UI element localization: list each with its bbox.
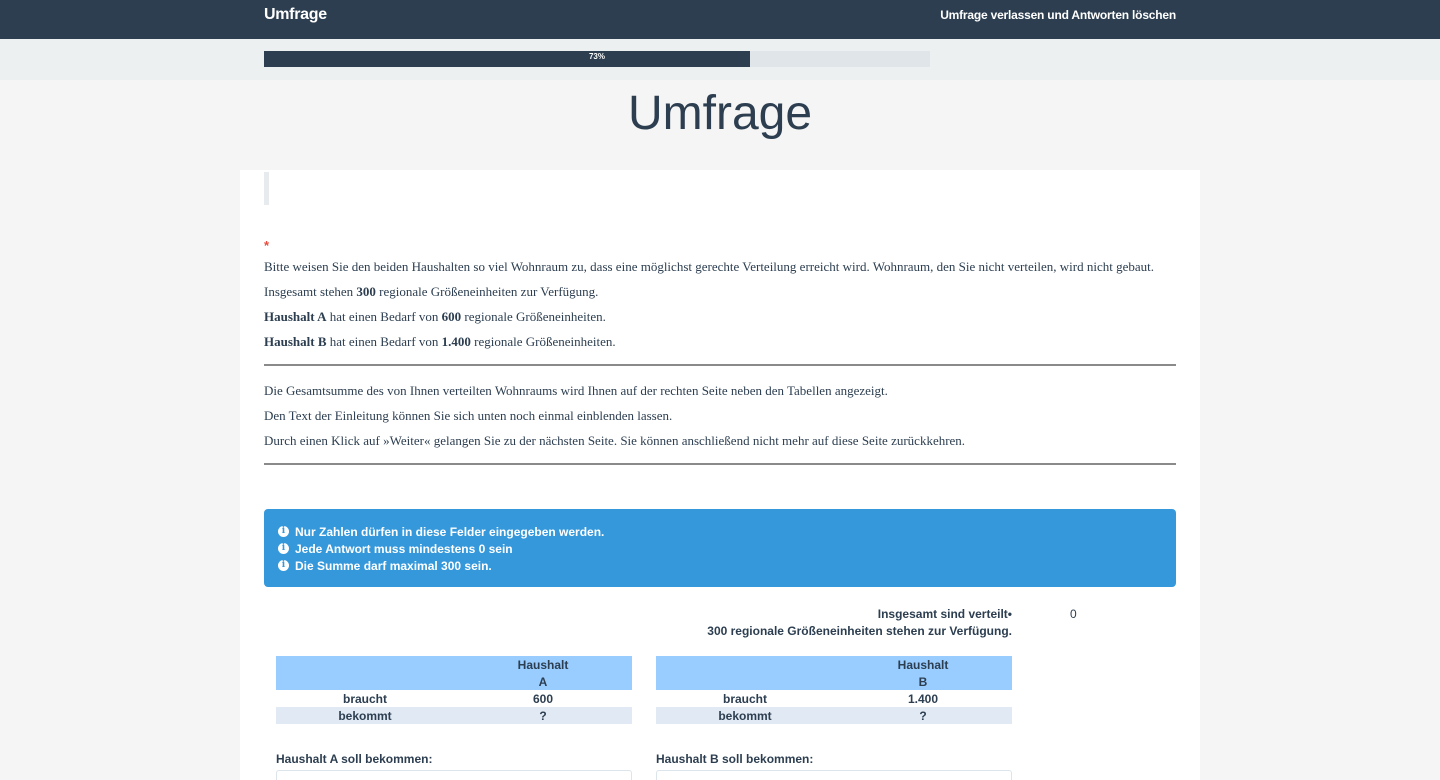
sum-label: Insgesamt sind verteilt• xyxy=(877,607,1012,621)
row-value: 1.400 xyxy=(907,692,939,706)
table-row: braucht 600 xyxy=(276,690,632,707)
divider xyxy=(264,463,1176,465)
alert-item: i Die Summe darf maximal 300 sein. xyxy=(278,557,1162,574)
navbar: Umfrage Umfrage verlassen und Antworten … xyxy=(0,0,1440,39)
progress-label: 73% xyxy=(588,52,605,61)
table-header: Haushalt B xyxy=(656,656,1012,690)
question-card: * Bitte weisen Sie den beiden Haushalten… xyxy=(240,170,1200,780)
intro-line: Bitte weisen Sie den beiden Haushalten s… xyxy=(264,259,1154,274)
progress-section: 73% xyxy=(0,39,1440,80)
alert-item: i Nur Zahlen dürfen in diese Felder einge… xyxy=(278,523,1162,540)
household-a-table: Haushalt A braucht 600 bekommt ? xyxy=(276,656,632,724)
row-value: ? xyxy=(539,709,547,723)
info-circle-icon: i xyxy=(278,526,289,537)
row-label: bekommt xyxy=(718,709,772,723)
page-title: Umfrage xyxy=(627,87,813,140)
progress-bar: 73% xyxy=(264,51,930,67)
sum-value: 0 xyxy=(1070,607,1077,621)
household-b-table: Haushalt B braucht 1.400 bekommt ? xyxy=(656,656,1012,724)
validation-alert: i Nur Zahlen dürfen in diese Felder einge… xyxy=(264,509,1176,587)
row-label: bekommt xyxy=(338,709,392,723)
quote-bar xyxy=(264,172,269,205)
table-header: Haushalt A xyxy=(276,656,632,690)
header-label: B xyxy=(918,675,928,689)
brand-title[interactable]: Umfrage xyxy=(264,6,327,24)
household-a-input-label: Haushalt A soll bekommen: xyxy=(276,752,433,766)
header-label: Haushalt xyxy=(897,658,949,672)
header-label: A xyxy=(538,675,548,689)
exit-survey-link[interactable]: Umfrage verlassen und Antworten löschen xyxy=(940,8,1176,22)
alert-item: i Jede Antwort muss mindestens 0 sein xyxy=(278,540,1162,557)
intro-line: Insgesamt stehen 300 regionale Größenein… xyxy=(264,284,599,299)
household-b-input-label: Haushalt B soll bekommen: xyxy=(656,752,814,766)
household-b-input[interactable] xyxy=(656,770,1012,780)
available-label: 300 regionale Größeneinheiten stehen zur… xyxy=(707,624,1012,638)
intro-line: Haushalt A hat einen Bedarf von 600 regi… xyxy=(264,309,606,324)
note-line: Durch einen Klick auf »Weiter« gelangen … xyxy=(264,433,966,448)
household-a-input[interactable] xyxy=(276,770,632,780)
note-line: Die Gesamtsumme des von Ihnen verteilten… xyxy=(264,383,888,398)
intro-line: Haushalt B hat einen Bedarf von 1.400 re… xyxy=(264,334,616,349)
note-line: Den Text der Einleitung können Sie sich … xyxy=(264,408,673,423)
info-circle-icon: i xyxy=(278,560,289,571)
row-label: braucht xyxy=(342,692,387,706)
table-row: bekommt ? xyxy=(656,707,1012,724)
row-label: braucht xyxy=(722,692,767,706)
header-label: Haushalt xyxy=(517,658,569,672)
table-row: bekommt ? xyxy=(276,707,632,724)
question-text: Bitte weisen Sie den beiden Haushalten s… xyxy=(264,260,1176,483)
row-value: ? xyxy=(919,709,927,723)
row-value: 600 xyxy=(532,692,554,706)
table-row: braucht 1.400 xyxy=(656,690,1012,707)
divider xyxy=(264,364,1176,366)
required-marker: * xyxy=(264,238,270,253)
info-circle-icon: i xyxy=(278,543,289,554)
